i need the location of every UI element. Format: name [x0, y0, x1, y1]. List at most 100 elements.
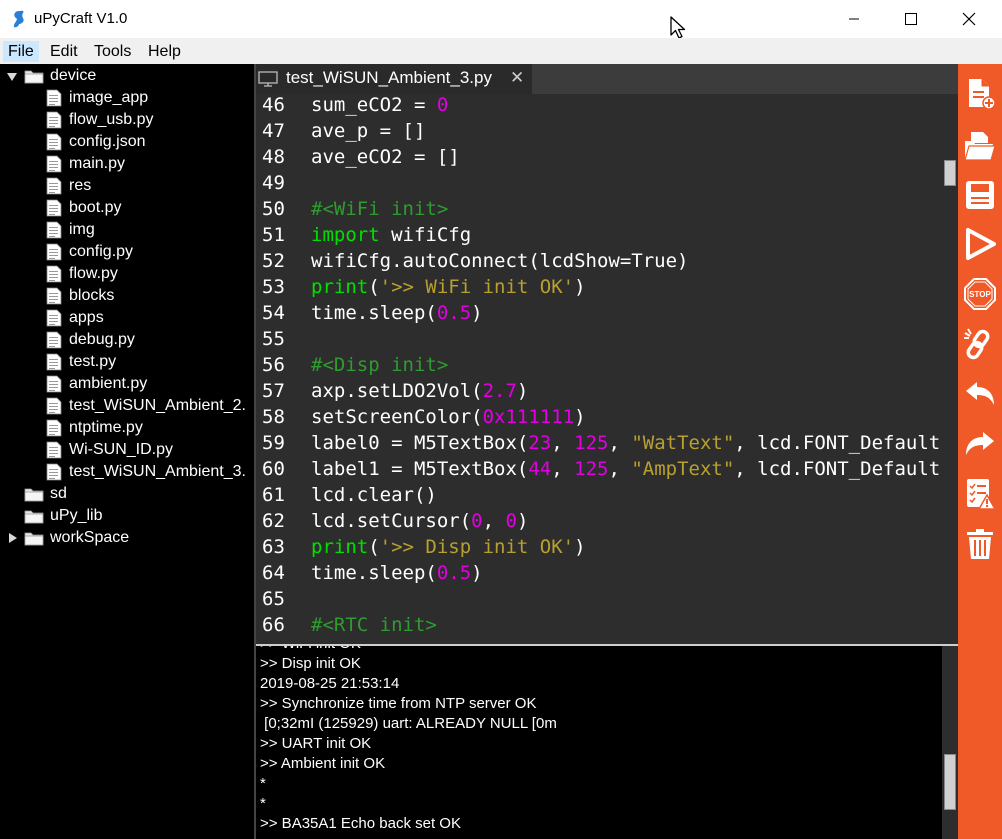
code-line[interactable]: 51 import wifiCfg — [256, 222, 942, 248]
tab-test-wisun-ambient-3[interactable]: test_WiSUN_Ambient_3.py ✕ — [256, 64, 532, 96]
code-line[interactable]: 61 lcd.clear() — [256, 482, 942, 508]
line-number: 58 — [262, 406, 285, 428]
tree-file[interactable]: test_WiSUN_Ambient_3.py — [0, 461, 254, 483]
tree-file[interactable]: flow.py — [0, 263, 254, 285]
redo-button[interactable] — [962, 424, 998, 464]
tree-folder[interactable]: sd — [0, 483, 254, 505]
tree-file[interactable]: boot.py — [0, 197, 254, 219]
stop-button[interactable]: STOP — [962, 274, 998, 314]
tree-item-label: test_WiSUN_Ambient_3.py — [69, 463, 247, 480]
code-token: #<WiFi init> — [311, 198, 449, 220]
collapsed-arrow-icon[interactable] — [9, 533, 17, 543]
tree-item-label: main.py — [69, 155, 126, 172]
tree-file[interactable]: main.py — [0, 153, 254, 175]
code-line[interactable]: 62 lcd.setCursor(0, 0) — [256, 508, 942, 534]
close-button[interactable] — [946, 0, 992, 38]
tab-close-icon[interactable]: ✕ — [510, 68, 524, 88]
terminal-line: >> Synchronize time from NTP server OK — [260, 695, 537, 712]
menu-file[interactable]: File — [3, 41, 39, 62]
code-line[interactable]: 66 #<RTC init> — [256, 612, 942, 638]
code-line[interactable]: 64 time.sleep(0.5) — [256, 560, 942, 586]
code-line[interactable]: 50 #<WiFi init> — [256, 196, 942, 222]
file-tree[interactable]: device image_app flow_usb.py config.json mai… — [0, 64, 256, 839]
code-line[interactable]: 54 time.sleep(0.5) — [256, 300, 942, 326]
code-text: time.sleep(0.5) — [311, 300, 483, 326]
code-token: import — [311, 224, 380, 246]
tree-file[interactable]: res — [0, 175, 254, 197]
code-line[interactable]: 53 print('>> WiFi init OK') — [256, 274, 942, 300]
code-text: #<WiFi init> — [311, 196, 448, 222]
code-line[interactable]: 63 print('>> Disp init OK') — [256, 534, 942, 560]
tree-file[interactable]: test.py — [0, 351, 254, 373]
code-line[interactable]: 46 sum_eCO2 = 0 — [256, 94, 942, 118]
clear-button[interactable] — [962, 524, 998, 564]
code-line[interactable]: 56 #<Disp init> — [256, 352, 942, 378]
line-number: 47 — [262, 120, 285, 142]
code-token: , lcd.FONT_Default — [734, 458, 941, 480]
tree-folder[interactable]: workSpace — [0, 527, 254, 549]
tree-file[interactable]: config.json — [0, 131, 254, 153]
file-icon — [46, 133, 62, 151]
file-icon — [46, 353, 62, 371]
tree-file[interactable]: config.py — [0, 241, 254, 263]
connect-button[interactable] — [962, 324, 998, 364]
code-token: , lcd.FONT_Default — [734, 432, 941, 454]
tree-file[interactable]: ambient.py — [0, 373, 254, 395]
tree-file[interactable]: ntptime.py — [0, 417, 254, 439]
tree-file[interactable]: Wi-SUN_ID.py — [0, 439, 254, 461]
editor-scrollbar[interactable] — [942, 94, 958, 644]
tree-file[interactable]: img — [0, 219, 254, 241]
code-editor[interactable]: 46 sum_eCO2 = 0 47 ave_p = [] 48 ave_eCO2 = [… — [256, 94, 942, 644]
save-button[interactable] — [962, 175, 998, 215]
maximize-button[interactable] — [888, 0, 934, 38]
tree-folder[interactable]: uPy_lib — [0, 505, 254, 527]
tree-file[interactable]: test_WiSUN_Ambient_2.py — [0, 395, 254, 417]
file-icon — [46, 419, 62, 437]
menu-tools[interactable]: Tools — [89, 41, 136, 62]
code-line[interactable]: 59 label0 = M5TextBox(23, 125, "WatText",… — [256, 430, 942, 456]
minimize-icon — [849, 18, 859, 20]
code-line[interactable]: 48 ave_eCO2 = [] — [256, 144, 942, 170]
code-line[interactable]: 57 axp.setLDO2Vol(2.7) — [256, 378, 942, 404]
open-file-button[interactable] — [962, 126, 998, 166]
undo-button[interactable] — [962, 374, 998, 414]
trash-icon — [967, 529, 993, 559]
code-token: , — [608, 458, 632, 480]
code-text: #<Disp init> — [311, 352, 448, 378]
new-file-button[interactable] — [962, 74, 998, 114]
code-token: ( — [368, 276, 380, 298]
code-line[interactable]: 60 label1 = M5TextBox(44, 125, "AmpText",… — [256, 456, 942, 482]
download-and-run-button[interactable] — [962, 224, 998, 264]
menu-edit[interactable]: Edit — [45, 41, 83, 62]
expand-arrow-icon[interactable] — [7, 73, 17, 81]
syntax-check-button[interactable] — [962, 474, 998, 514]
terminal-scrollbar-thumb[interactable] — [944, 754, 956, 810]
code-token: 0 — [471, 510, 483, 532]
code-line[interactable]: 58 setScreenColor(0x111111) — [256, 404, 942, 430]
code-line[interactable]: 65 — [256, 586, 942, 612]
editor-scrollbar-thumb[interactable] — [944, 160, 956, 186]
svg-text:STOP: STOP — [969, 290, 991, 299]
tree-item-label: test.py — [69, 353, 117, 370]
tree-folder[interactable]: device — [0, 65, 254, 87]
code-line[interactable]: 52 wifiCfg.autoConnect(lcdShow=True) — [256, 248, 942, 274]
line-number: 60 — [262, 458, 285, 480]
tree-file[interactable]: debug.py — [0, 329, 254, 351]
code-line[interactable]: 47 ave_p = [] — [256, 118, 942, 144]
minimize-button[interactable] — [831, 0, 877, 38]
code-line[interactable]: 49 — [256, 170, 942, 196]
code-token: #<RTC init> — [311, 614, 437, 636]
link-chain-icon — [964, 328, 990, 360]
tree-item-label: flow_usb.py — [69, 111, 154, 128]
tree-file[interactable]: blocks — [0, 285, 254, 307]
menu-help[interactable]: Help — [143, 41, 186, 62]
terminal-scrollbar[interactable] — [942, 646, 958, 839]
tree-file[interactable]: flow_usb.py — [0, 109, 254, 131]
code-line[interactable]: 55 — [256, 326, 942, 352]
code-token: time.sleep( — [311, 302, 437, 324]
tree-file[interactable]: image_app — [0, 87, 254, 109]
tree-file[interactable]: apps — [0, 307, 254, 329]
code-text: lcd.setCursor(0, 0) — [311, 508, 528, 534]
tab-label: test_WiSUN_Ambient_3.py — [286, 68, 492, 87]
terminal-output[interactable]: >> WiFi init OK>> Disp init OK 2019-08-25… — [256, 646, 942, 839]
